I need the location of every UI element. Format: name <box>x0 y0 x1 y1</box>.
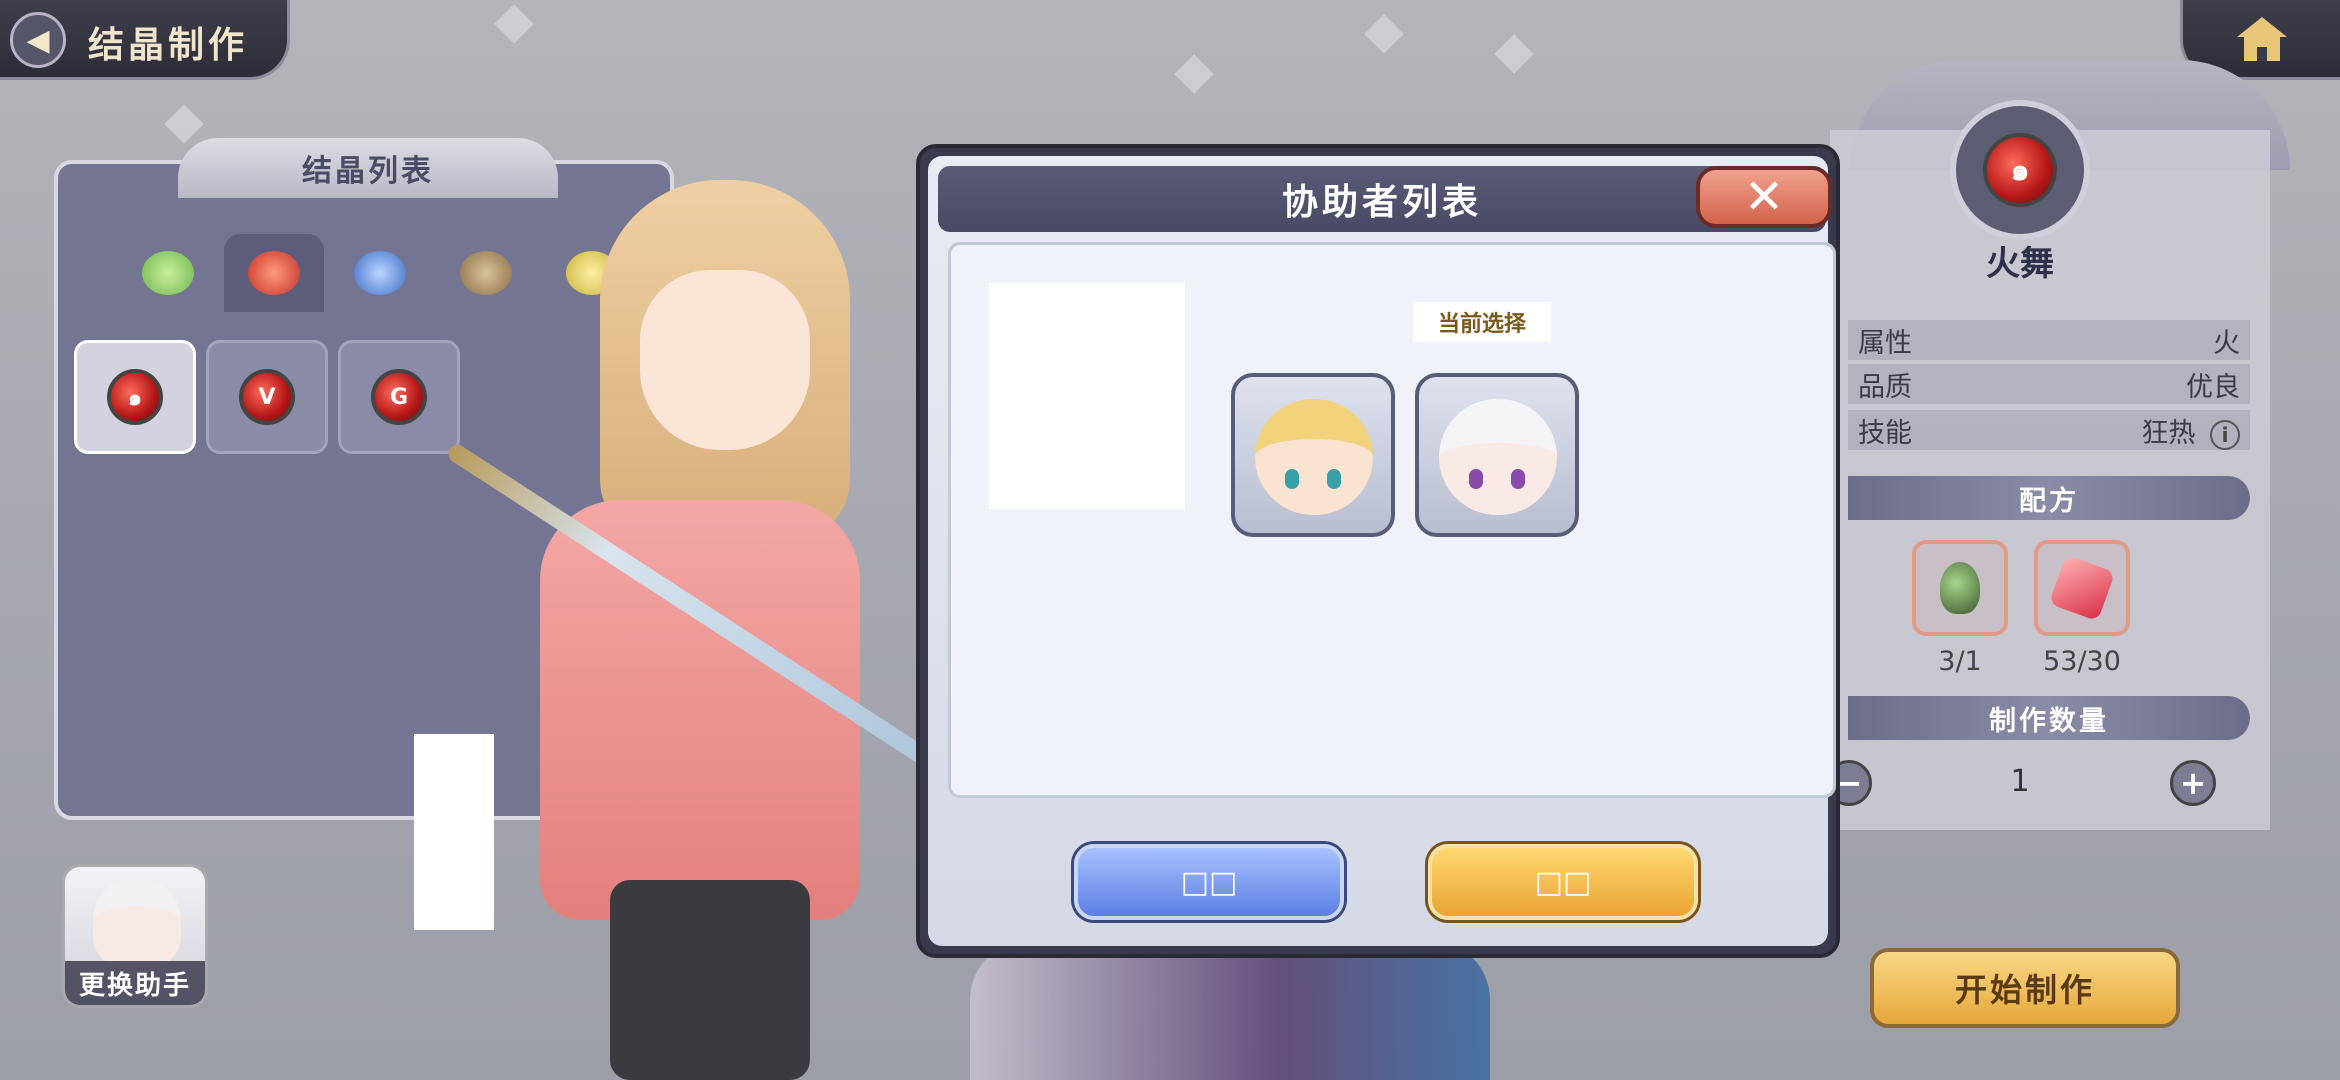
blank-patch <box>989 283 1185 509</box>
helper-card-elf[interactable] <box>1231 373 1395 537</box>
crystal-slot[interactable]: G <box>338 340 460 454</box>
helper-avatar <box>93 877 181 967</box>
blank-patch <box>414 734 494 930</box>
decor-diamond <box>164 104 204 144</box>
helper-card-silver[interactable] <box>1415 373 1579 537</box>
decor-diamond <box>1174 54 1214 94</box>
silver-hair-helper-avatar <box>1439 399 1557 515</box>
fire-element-icon <box>248 251 300 295</box>
change-helper-label: 更换助手 <box>65 961 205 1005</box>
close-icon[interactable]: ✕ <box>1696 166 1832 228</box>
attribute-row: 属性 火 <box>1848 320 2250 360</box>
skill-label: 技能 <box>1858 417 1912 449</box>
back-arrow-icon[interactable]: ◀ <box>10 12 66 68</box>
crystal-slot-row: ๑ V G <box>74 340 460 454</box>
decor-diamond <box>1494 34 1534 74</box>
page-title: 结晶制作 <box>88 25 249 66</box>
elf-helper-avatar <box>1255 399 1373 515</box>
cancel-button[interactable]: □□ <box>1074 844 1344 920</box>
fire-crystal-swirl-icon: ๑ <box>1983 133 2057 207</box>
crystal-slot[interactable]: V <box>206 340 328 454</box>
start-craft-button[interactable]: 开始制作 <box>1870 948 2180 1028</box>
water-element-icon <box>354 251 406 295</box>
skill-row: 技能 狂热 i <box>1848 410 2250 450</box>
tab-water[interactable] <box>330 234 430 312</box>
helper-list-dialog: 协助者列表 ✕ 当前选择 □□ □□ <box>916 144 1840 958</box>
attribute-value: 火 <box>2213 327 2240 359</box>
confirm-button[interactable]: □□ <box>1428 844 1698 920</box>
dialog-titlebar: 协助者列表 <box>938 166 1826 232</box>
home-icon <box>2236 16 2287 61</box>
material-slot[interactable] <box>1912 540 2008 636</box>
material-count: 53/30 <box>2043 646 2121 677</box>
fire-crystal-swirl-icon: ๑ <box>107 369 163 425</box>
info-icon[interactable]: i <box>2210 419 2240 450</box>
current-selection-badge: 当前选择 <box>1413 302 1551 342</box>
attribute-label: 属性 <box>1858 327 1912 359</box>
dialog-title: 协助者列表 <box>1281 182 1482 223</box>
character-illustration <box>445 180 975 1080</box>
fire-crystal-g-icon: G <box>371 369 427 425</box>
quality-value: 优良 <box>2186 371 2240 403</box>
quality-row: 品质 优良 <box>1848 364 2250 404</box>
material-count: 3/1 <box>1938 646 1982 677</box>
tab-fire[interactable] <box>224 234 324 312</box>
wind-element-icon <box>142 251 194 295</box>
quantity-section-title: 制作数量 <box>1848 696 2250 740</box>
background-character <box>970 940 1490 1080</box>
green-ore-icon <box>1940 562 1980 614</box>
change-helper-button[interactable]: 更换助手 <box>62 864 208 1008</box>
fire-crystal-v-icon: V <box>239 369 295 425</box>
detail-crystal-frame: ๑ <box>1950 100 2090 240</box>
red-gem-icon <box>2048 554 2116 622</box>
decor-diamond <box>1364 14 1404 54</box>
plus-icon[interactable]: + <box>2170 760 2216 806</box>
decor-diamond <box>494 4 534 44</box>
crystal-name: 火舞 <box>1986 244 2054 284</box>
recipe-section-title: 配方 <box>1848 476 2250 520</box>
dialog-body: 协助者列表 ✕ 当前选择 □□ □□ <box>928 156 1836 946</box>
tab-wind[interactable] <box>118 234 218 312</box>
crystal-slot[interactable]: ๑ <box>74 340 196 454</box>
skill-value: 狂热 <box>2141 417 2196 449</box>
top-bar: ◀ 结晶制作 <box>0 0 290 80</box>
quantity-value: 1 <box>2010 764 2030 799</box>
skill-value-wrap: 狂热 i <box>2141 411 2240 450</box>
material-slot[interactable] <box>2034 540 2130 636</box>
helper-list-area: 当前选择 <box>948 242 1836 798</box>
quality-label: 品质 <box>1858 371 1912 403</box>
